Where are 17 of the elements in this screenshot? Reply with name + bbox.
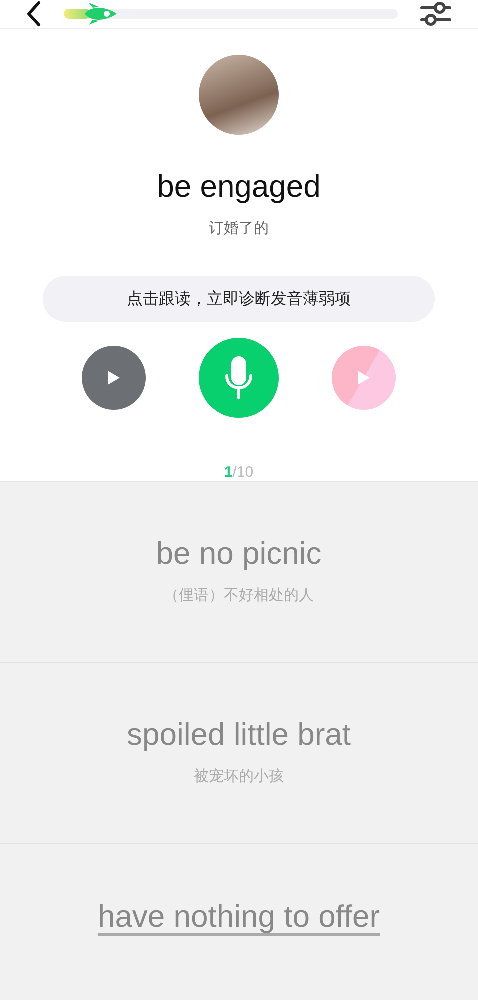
hint-banner: 点击跟读，立即诊断发音薄弱项 — [43, 276, 435, 322]
phrase-card[interactable]: be no picnic （俚语）不好相处的人 — [0, 482, 478, 663]
phrase-text: have nothing to offer — [98, 900, 380, 934]
translation-text: 被宠坏的小孩 — [194, 767, 284, 786]
play-icon — [357, 370, 371, 386]
translation-text: 订婚了的 — [209, 219, 269, 238]
phrase-card[interactable]: have nothing to offer — [0, 844, 478, 1000]
phrase-card[interactable]: spoiled little brat 被宠坏的小孩 — [0, 663, 478, 844]
microphone-icon — [225, 356, 253, 400]
phrase-text: be no picnic — [156, 536, 322, 572]
play-icon — [107, 370, 121, 386]
translation-text: （俚语）不好相处的人 — [164, 586, 314, 605]
phrase-text: spoiled little brat — [126, 717, 351, 753]
back-icon[interactable] — [26, 1, 42, 27]
phrase-text: be engaged — [157, 169, 321, 205]
settings-icon[interactable] — [420, 0, 452, 28]
page-counter: 1/10 — [224, 464, 254, 481]
